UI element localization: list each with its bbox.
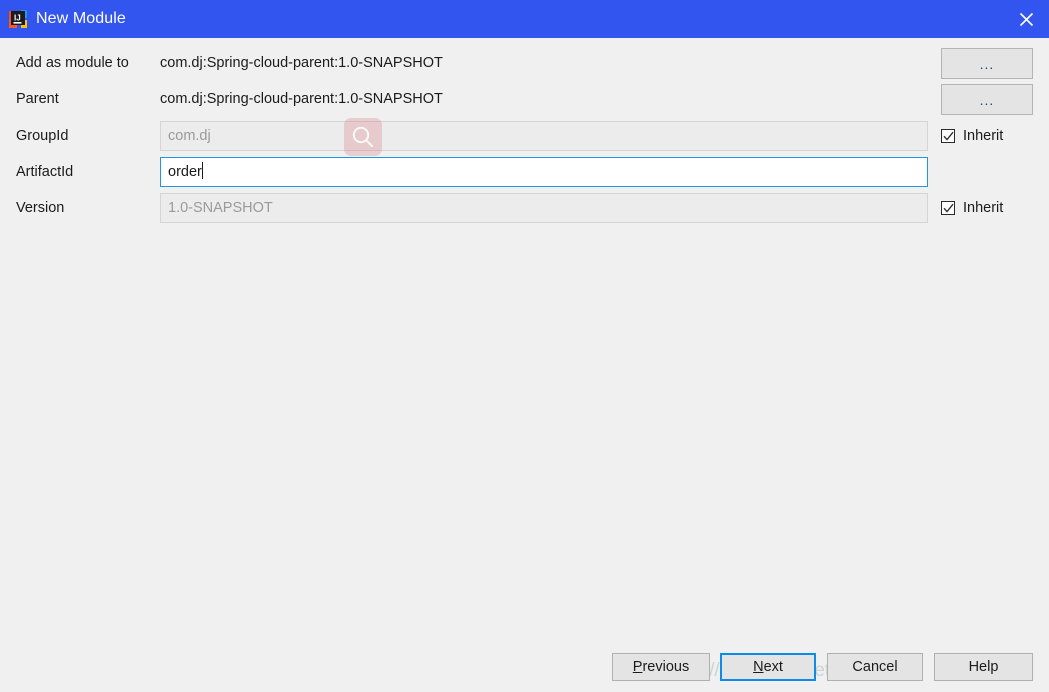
- cancel-button-label: Cancel: [852, 659, 898, 675]
- parent-value: com.dj:Spring-cloud-parent:1.0-SNAPSHOT: [160, 91, 443, 107]
- groupid-inherit-label: Inherit: [963, 128, 1004, 144]
- new-module-dialog: IJ New Module Add as module to com.dj:Sp…: [0, 0, 1049, 692]
- parent-browse-button[interactable]: ...: [941, 84, 1033, 115]
- add-as-module-to-label: Add as module to: [16, 55, 129, 71]
- add-as-module-to-browse-label: ...: [979, 55, 995, 72]
- version-input[interactable]: 1.0-SNAPSHOT: [160, 193, 928, 223]
- row-groupid: GroupId com.dj Inherit: [0, 121, 1049, 151]
- intellij-idea-icon: IJ: [9, 10, 27, 28]
- previous-button-label: Previous: [632, 659, 690, 675]
- version-label: Version: [16, 200, 65, 216]
- row-artifactid: ArtifactId order: [0, 157, 1049, 187]
- parent-label: Parent: [16, 91, 59, 107]
- parent-browse-label: ...: [979, 91, 995, 108]
- artifactid-label: ArtifactId: [16, 164, 74, 180]
- row-version: Version 1.0-SNAPSHOT Inherit: [0, 193, 1049, 223]
- checkmark-icon: [941, 129, 955, 143]
- close-icon[interactable]: [1003, 0, 1049, 38]
- artifactid-value: order: [168, 164, 202, 180]
- svg-text:IJ: IJ: [14, 14, 21, 23]
- row-parent: Parent com.dj:Spring-cloud-parent:1.0-SN…: [0, 84, 1049, 115]
- next-button[interactable]: Next: [720, 653, 816, 681]
- checkmark-icon: [941, 201, 955, 215]
- help-button-label: Help: [968, 659, 999, 675]
- help-button[interactable]: Help: [934, 653, 1033, 681]
- search-icon: [344, 118, 382, 156]
- window-title: New Module: [36, 10, 126, 27]
- groupid-inherit-checkbox[interactable]: Inherit: [941, 121, 1003, 151]
- title-bar: IJ New Module: [0, 0, 1049, 38]
- cancel-button[interactable]: Cancel: [827, 653, 923, 681]
- version-inherit-label: Inherit: [963, 200, 1004, 216]
- groupid-input[interactable]: com.dj: [160, 121, 928, 151]
- add-as-module-to-value: com.dj:Spring-cloud-parent:1.0-SNAPSHOT: [160, 55, 443, 71]
- text-caret: [201, 162, 203, 179]
- artifactid-input[interactable]: order: [160, 157, 928, 187]
- row-add-as-module-to: Add as module to com.dj:Spring-cloud-par…: [0, 48, 1049, 79]
- previous-button[interactable]: Previous: [612, 653, 710, 681]
- version-inherit-checkbox[interactable]: Inherit: [941, 193, 1003, 223]
- next-button-label: Next: [753, 659, 783, 675]
- add-as-module-to-browse-button[interactable]: ...: [941, 48, 1033, 79]
- groupid-label: GroupId: [16, 128, 69, 144]
